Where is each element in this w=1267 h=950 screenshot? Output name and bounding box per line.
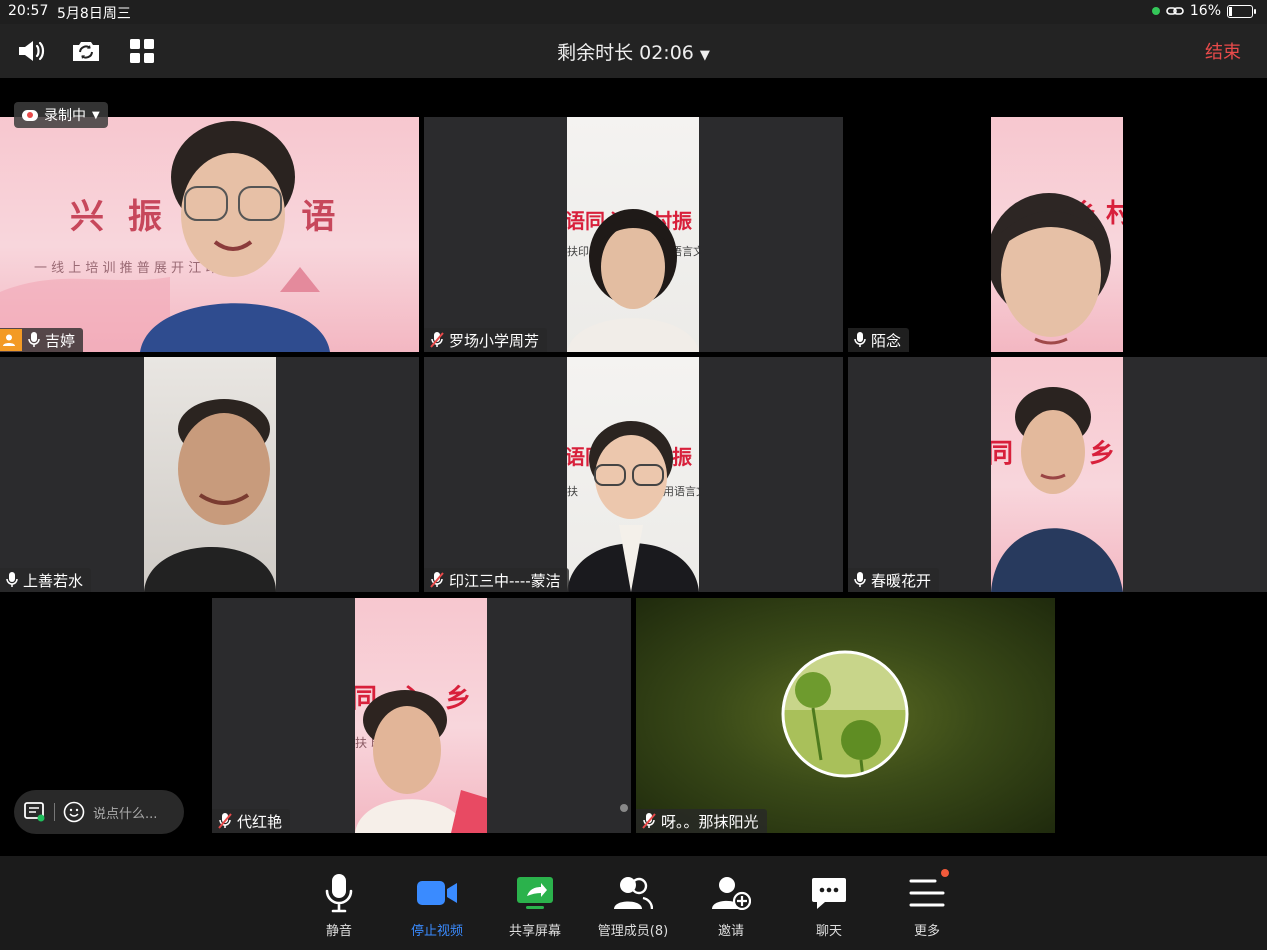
mute-label: 静音 <box>325 924 352 939</box>
microphone-icon <box>325 874 353 913</box>
participant-nametag: 上善若水 <box>0 568 92 592</box>
video-feed <box>144 357 276 592</box>
stop-video-label: 停止视频 <box>410 924 463 939</box>
more-label: 更多 <box>913 924 940 939</box>
microphone-muted-icon <box>218 813 232 829</box>
participant-nametag: 印江三中----蒙洁 <box>424 568 569 592</box>
participant-nametag: 罗场小学周芳 <box>424 328 548 352</box>
video-tile-mengjie[interactable]: 语同心 乡村振 扶 用语言文 印江三中----蒙洁 <box>424 357 843 592</box>
manage-members-label: 管理成员(8) <box>597 924 669 939</box>
notification-dot <box>941 869 949 877</box>
recording-indicator[interactable]: 录制中 ▼ <box>14 102 108 128</box>
participant-video <box>567 421 699 592</box>
video-feed: 同 心 乡 村 扶 印 江 <box>355 598 487 833</box>
participant-nametag: 吉婷 <box>0 328 84 352</box>
chevron-down-icon: ▼ <box>92 109 100 121</box>
meeting-top-bar: 剩余时长 02:06 ▼ 结束 <box>0 24 1267 78</box>
chat-button[interactable]: 聊天 <box>781 872 877 939</box>
camera-in-use-indicator <box>1151 7 1160 15</box>
video-feed: 语同心 乡村振 扶印 语言文 <box>567 117 699 352</box>
cloud-record-icon <box>22 109 38 121</box>
chat-placeholder[interactable]: 说点什么... <box>93 803 157 822</box>
video-tile-zhoufang[interactable]: 语同心 乡村振 扶印 语言文 罗场小学周芳 <box>424 117 843 352</box>
video-tile-namoyangguang[interactable]: 呀。。那抹阳光 <box>636 598 1055 833</box>
video-tile-jiting[interactable]: 兴 振 村 同 语 一 线 上 培 训 推 普 展 开 江 印 扶 吉婷 <box>0 117 419 352</box>
more-button[interactable]: 更多 <box>879 869 975 939</box>
recording-label: 录制中 <box>44 108 86 124</box>
participant-name: 上善若水 <box>23 571 84 590</box>
microphone-icon <box>28 332 40 347</box>
microphone-muted-icon <box>642 813 656 829</box>
participant-name: 印江三中----蒙洁 <box>449 571 561 590</box>
status-time: 20:57 <box>8 3 49 19</box>
video-feed: 同 心 乡 村 <box>991 357 1123 592</box>
microphone-icon <box>6 572 18 587</box>
emoji-icon[interactable] <box>63 801 85 823</box>
microphone-muted-icon <box>430 332 444 348</box>
participant-name: 陌念 <box>871 331 902 350</box>
divider <box>54 803 55 821</box>
participant-name: 春暖花开 <box>871 571 932 590</box>
microphone-icon <box>854 572 866 587</box>
chat-list-icon[interactable] <box>24 802 46 822</box>
participant-video <box>991 387 1123 592</box>
time-remaining-label: 剩余时长 02:06 <box>557 42 694 64</box>
end-meeting-button[interactable]: 结束 <box>1205 38 1241 64</box>
invite-user-icon <box>712 877 751 910</box>
meeting-toolbar: 静音 停止视频 共享屏幕 管理成员(8) 邀请 聊天 更多 <box>0 856 1267 950</box>
microphone-muted-icon <box>430 572 444 588</box>
video-tile-chunnuanhuakai[interactable]: 同 心 乡 村 春暖花开 <box>848 357 1267 592</box>
video-tile-daihongyan[interactable]: 同 心 乡 村 扶 印 江 代红艳 <box>212 598 631 833</box>
participant-nametag: 陌念 <box>848 328 910 352</box>
host-icon <box>0 329 22 351</box>
share-screen-label: 共享屏幕 <box>508 924 561 939</box>
participant-name: 吉婷 <box>45 331 76 350</box>
microphone-icon <box>854 332 866 347</box>
video-tile-shangshanruoshui[interactable]: 上善若水 <box>0 357 419 592</box>
video-tile-monian[interactable]: 乡 村 陌念 <box>848 117 1267 352</box>
chat-quick-input[interactable]: 说点什么... <box>14 790 184 834</box>
chevron-down-icon: ▼ <box>699 48 710 63</box>
mute-button[interactable]: 静音 <box>291 872 387 939</box>
link-icon <box>1166 7 1184 15</box>
participant-video <box>144 399 276 592</box>
battery-percent: 16% <box>1189 3 1221 19</box>
participant-name: 罗场小学周芳 <box>449 331 540 350</box>
participant-name: 代红艳 <box>237 812 283 831</box>
status-bar: 20:57 5月8日周三 16% <box>0 0 1267 24</box>
chat-label: 聊天 <box>815 924 842 939</box>
video-feed: 乡 村 <box>991 117 1123 352</box>
avatar <box>781 650 909 778</box>
manage-members-button[interactable]: 管理成员(8) <box>585 872 681 939</box>
participant-name: 呀。。那抹阳光 <box>661 812 759 831</box>
members-icon <box>614 877 653 910</box>
video-camera-icon <box>417 881 457 905</box>
share-screen-icon <box>517 877 553 909</box>
meeting-time-remaining[interactable]: 剩余时长 02:06 ▼ <box>0 38 1267 65</box>
chat-bubble-icon <box>812 878 846 909</box>
video-feed: 兴 振 村 同 语 一 线 上 培 训 推 普 展 开 江 印 扶 <box>0 117 419 352</box>
participant-nametag: 代红艳 <box>212 809 291 833</box>
participant-video <box>0 121 330 352</box>
stop-video-button[interactable]: 停止视频 <box>389 872 485 939</box>
invite-button[interactable]: 邀请 <box>683 872 779 939</box>
share-screen-button[interactable]: 共享屏幕 <box>487 872 583 939</box>
participant-video <box>567 209 699 352</box>
participant-video <box>991 193 1111 345</box>
more-menu-icon <box>909 879 945 907</box>
participant-nametag: 呀。。那抹阳光 <box>636 809 767 833</box>
status-right: 16% <box>1151 3 1256 19</box>
participant-video <box>355 690 487 833</box>
participant-nametag: 春暖花开 <box>848 568 940 592</box>
status-date: 5月8日周三 <box>57 6 131 22</box>
battery-icon <box>1227 4 1256 18</box>
video-feed: 语同心 乡村振 扶 用语言文 <box>567 357 699 592</box>
invite-label: 邀请 <box>717 924 744 939</box>
page-indicator-dot <box>620 804 628 812</box>
